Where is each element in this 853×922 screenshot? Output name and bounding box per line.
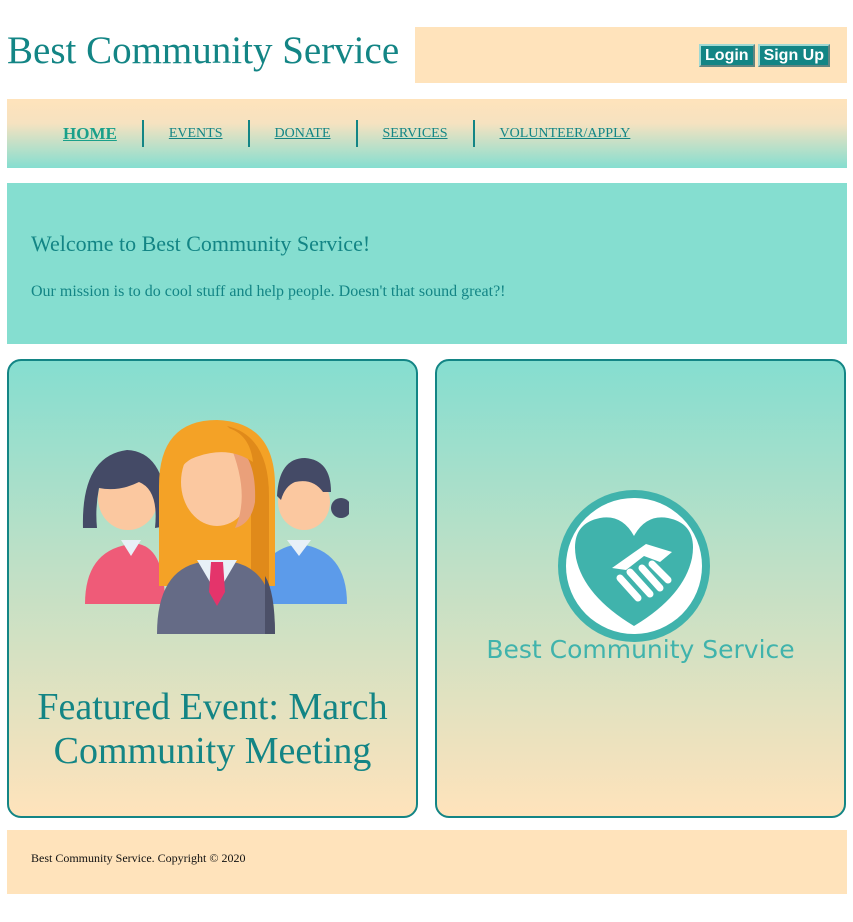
nav-link-services[interactable]: SERVICES <box>358 126 473 142</box>
login-button[interactable]: Login <box>699 44 755 67</box>
nav-item-services: SERVICES <box>358 120 475 147</box>
nav-link-events[interactable]: EVENTS <box>144 126 248 142</box>
nav-link-donate[interactable]: DONATE <box>250 126 356 142</box>
nav-link-home[interactable]: HOME <box>7 124 142 144</box>
signup-button[interactable]: Sign Up <box>757 44 830 67</box>
handshake-heart-icon <box>558 490 710 642</box>
copyright-text: Best Community Service. Copyright © 2020 <box>31 851 246 865</box>
nav-link-volunteer[interactable]: VOLUNTEER/APPLY <box>475 126 656 142</box>
site-title: Best Community Service <box>7 29 400 72</box>
nav-item-donate: DONATE <box>250 120 358 147</box>
auth-buttons: Login Sign Up <box>699 44 830 67</box>
nav-item-events: EVENTS <box>144 120 250 147</box>
site-footer: Best Community Service. Copyright © 2020 <box>7 830 847 894</box>
mission-text: Our mission is to do cool stuff and help… <box>31 283 506 300</box>
auth-bar: Login Sign Up <box>415 27 847 83</box>
main-nav: HOME EVENTS DONATE SERVICES VOLUNTEER/AP… <box>7 99 847 168</box>
nav-list: HOME EVENTS DONATE SERVICES VOLUNTEER/AP… <box>7 99 655 168</box>
featured-event-card[interactable]: Featured Event: March Community Meeting <box>7 359 418 818</box>
nav-item-home: HOME <box>7 120 144 147</box>
site-header: Best Community Service Login Sign Up <box>0 0 853 90</box>
logo-card: Best Community Service <box>435 359 846 818</box>
logo-text: Best Community Service <box>486 635 795 664</box>
welcome-title: Welcome to Best Community Service! <box>31 231 371 256</box>
featured-event-title: Featured Event: March Community Meeting <box>37 686 388 772</box>
people-icon <box>82 420 349 634</box>
nav-item-volunteer: VOLUNTEER/APPLY <box>475 126 656 142</box>
welcome-section: Welcome to Best Community Service! Our m… <box>7 183 847 344</box>
